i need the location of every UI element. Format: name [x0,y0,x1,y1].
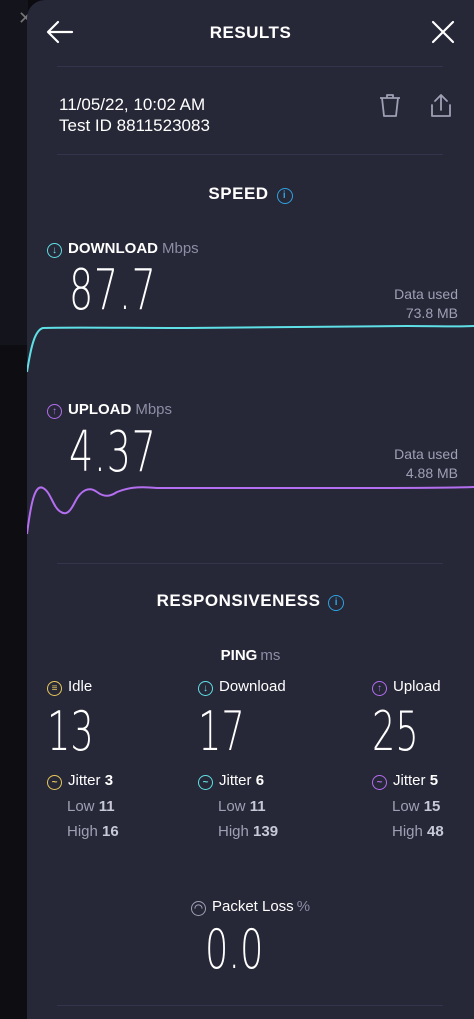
upload-speed-graph [27,486,474,535]
ping-upload-low: Low 15 [392,798,444,815]
header-divider [57,66,443,67]
background-app-edge: ✕ [0,0,33,1019]
meta-divider [57,154,443,155]
ping-upload-label: Upload [393,678,441,695]
speed-section-title: SPEED i [27,184,474,204]
ping-idle-jitter: ~ Jitter 3 [47,772,119,790]
ping-download-low: Low 11 [218,798,286,815]
packet-loss-value: 0.0 [205,918,264,981]
ping-download-high: High 139 [218,823,286,840]
ping-download-jitter-label: Jitter [219,772,252,789]
upload-label-text: UPLOAD [68,401,132,418]
ping-idle-label: Idle [68,678,93,695]
ping-idle-value: 13 [47,700,94,763]
jitter-icon: ~ [47,775,62,790]
ping-idle-high-value: 16 [102,823,119,840]
ping-label: PING ms [27,647,474,664]
page-title: RESULTS [209,23,292,42]
ping-idle-low: Low 11 [67,798,119,815]
responsiveness-title-text: RESPONSIVENESS [156,591,321,610]
upload-arrow-icon: ↑ [47,404,62,419]
ping-upload-jitter-value: 5 [429,772,439,789]
download-label-text: DOWNLOAD [68,240,158,257]
download-speed-graph [27,324,474,373]
ping-download-column: ↓ Download 17 ~ Jitter 6 Low 11 High 139 [198,678,286,840]
trash-icon [380,94,400,117]
ping-download-jitter-value: 6 [255,772,265,789]
ping-download-high-label: High [218,823,249,840]
download-arrow-icon: ↓ [47,243,62,258]
ping-upload-low-value: 15 [423,798,441,815]
ping-upload-high: High 48 [392,823,444,840]
info-icon[interactable]: i [276,188,293,204]
ping-unit: ms [260,647,281,664]
upload-speed-line [27,486,474,535]
ping-upload-jitter: ~ Jitter 5 [372,772,444,790]
close-button[interactable] [425,14,461,50]
ping-upload-low-label: Low [392,798,420,815]
ping-download-high-value: 139 [253,823,279,840]
test-id: Test ID 8811523083 [59,116,210,135]
ping-label-text: PING [220,647,258,664]
responsiveness-section-title: RESPONSIVENESS i [27,591,474,611]
ping-upload-high-value: 48 [427,823,444,840]
close-icon [431,20,455,44]
ping-idle-low-value: 11 [98,798,115,815]
test-datetime: 11/05/22, 10:02 AM [59,95,206,114]
download-arrow-icon: ↓ [198,681,213,696]
ping-idle-jitter-label: Jitter [68,772,101,789]
delete-button[interactable] [376,92,404,120]
ping-upload-jitter-label: Jitter [393,772,426,789]
upload-arrow-icon: ↑ [372,681,387,696]
bottom-divider [57,1005,443,1006]
ping-download-low-value: 11 [249,798,266,815]
ping-upload-header: ↑ Upload [372,678,444,696]
speed-divider [57,563,443,564]
jitter-icon: ~ [372,775,387,790]
share-button[interactable] [427,92,455,120]
jitter-icon: ~ [198,775,213,790]
ping-download-label: Download [219,678,286,695]
download-speed-line [27,324,474,373]
ping-upload-column: ↑ Upload 25 ~ Jitter 5 Low 15 High 48 [372,678,444,840]
upload-label: ↑ UPLOAD Mbps [47,401,172,419]
download-label: ↓ DOWNLOAD Mbps [47,240,199,258]
speed-title-text: SPEED [208,184,269,203]
download-unit: Mbps [162,240,199,257]
ping-idle-low-label: Low [67,798,95,815]
ping-upload-high-label: High [392,823,423,840]
ping-download-header: ↓ Download [198,678,286,696]
download-speed-value: 87.7 [69,258,157,323]
packet-loss-unit: % [296,898,311,915]
ping-idle-jitter-value: 3 [104,772,114,789]
packet-loss-label: ◠ Packet Loss% [27,898,474,916]
header: RESULTS [27,0,474,66]
download-data-used-label: Data used [394,286,458,302]
ping-idle-header: ≡ Idle [47,678,119,696]
packet-loss-icon: ◠ [190,901,206,916]
share-icon [431,94,451,117]
ping-download-value: 17 [198,700,245,763]
info-icon[interactable]: i [328,595,345,611]
ping-idle-column: ≡ Idle 13 ~ Jitter 3 Low 11 High 16 [47,678,119,840]
packet-loss-label-text: Packet Loss [211,898,294,915]
test-meta: 11/05/22, 10:02 AM Test ID 8811523083 [59,94,210,136]
upload-unit: Mbps [135,401,173,418]
ping-idle-high: High 16 [67,823,119,840]
ping-download-jitter: ~ Jitter 6 [198,772,286,790]
ping-download-low-label: Low [218,798,246,815]
results-sheet: RESULTS 11/05/22, 10:02 AM Test ID 88115… [27,0,474,1019]
idle-icon: ≡ [47,681,62,696]
ping-upload-value: 25 [372,700,419,763]
ping-idle-high-label: High [67,823,98,840]
background-band [0,345,28,1019]
